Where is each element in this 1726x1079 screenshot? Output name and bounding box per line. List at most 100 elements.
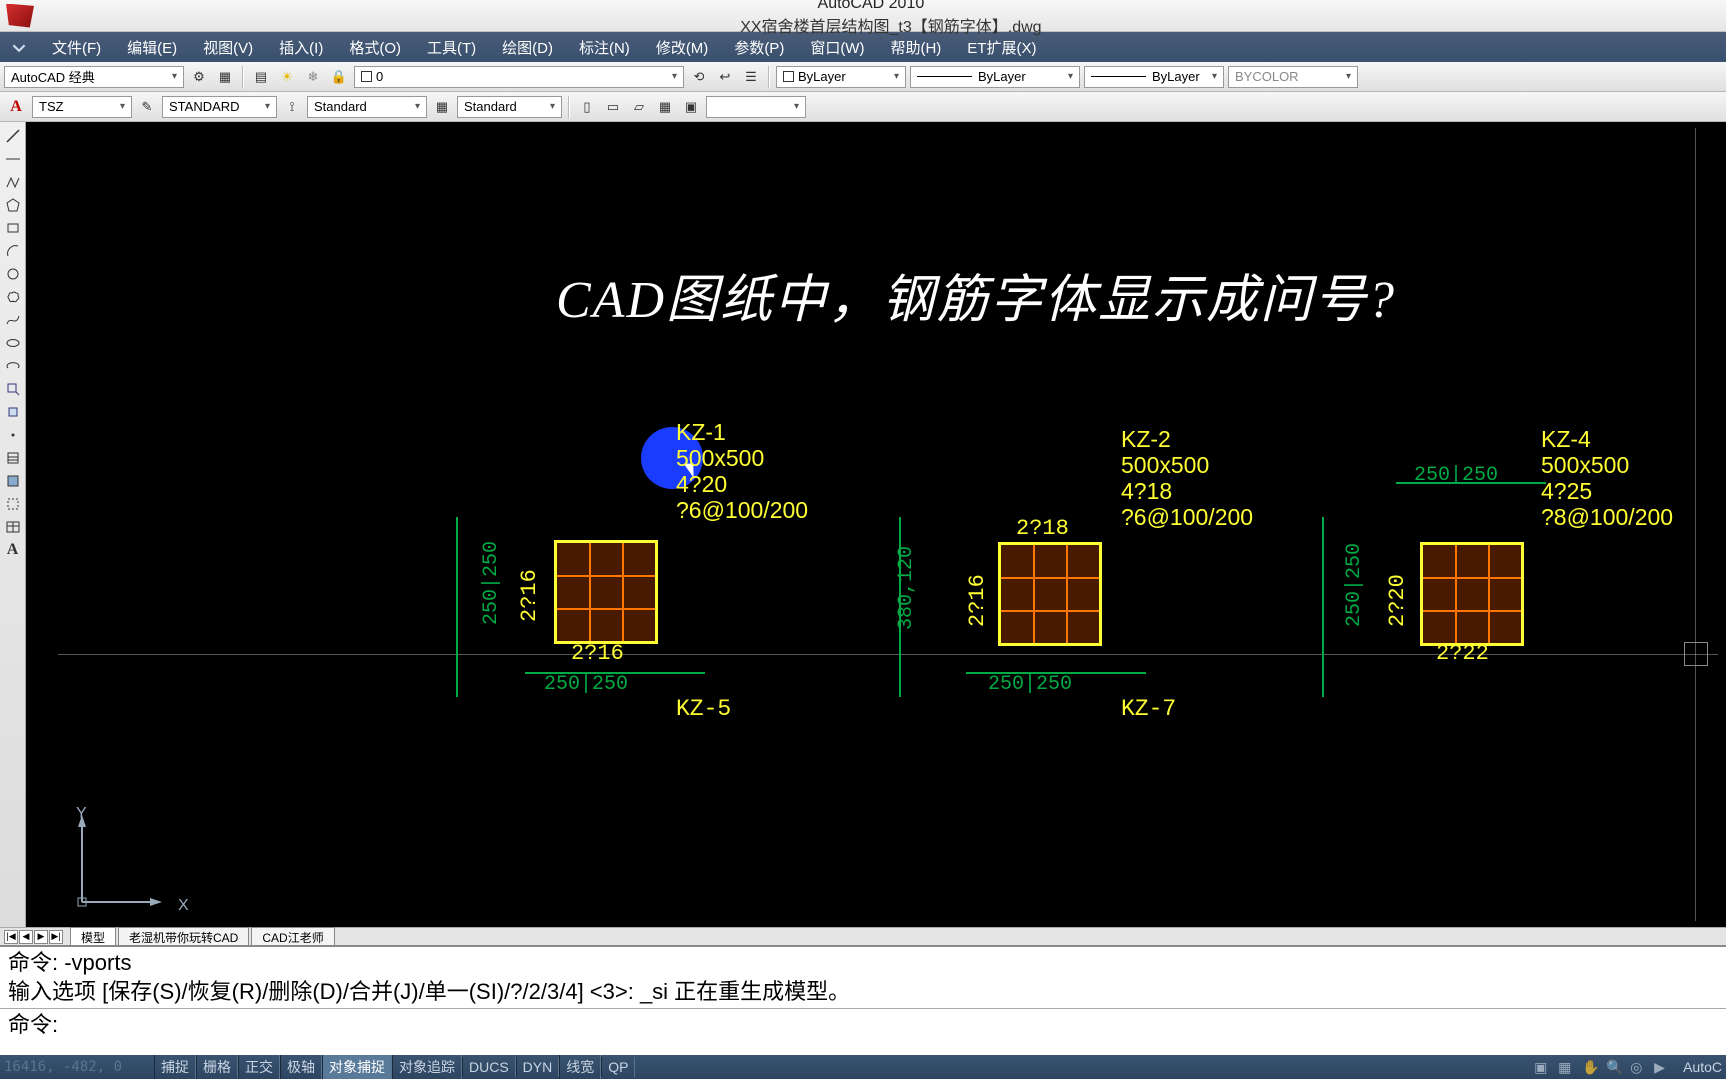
tab-first-icon[interactable]: |◀ xyxy=(4,930,18,944)
viewport-4-icon[interactable]: ▦ xyxy=(654,96,676,118)
dimstyle-dropdown[interactable]: Standard xyxy=(307,96,427,118)
viewport-1-icon[interactable]: ▯ xyxy=(576,96,598,118)
crosshair-pickbox xyxy=(1684,642,1708,666)
layer-lock-icon[interactable]: 🔒 xyxy=(328,66,350,88)
drawing-canvas[interactable]: CAD图纸中，钢筋字体显示成问号? KZ-1 500x500 4?20 ?6@1… xyxy=(26,122,1726,927)
spline-icon[interactable] xyxy=(3,310,23,330)
text-style-icon[interactable]: A xyxy=(4,96,28,118)
ortho-toggle[interactable]: 正交 xyxy=(238,1055,280,1079)
plotstyle-dropdown[interactable]: BYCOLOR xyxy=(1228,66,1358,88)
construction-line-icon[interactable] xyxy=(3,149,23,169)
zoom-icon[interactable]: 🔍 xyxy=(1606,1059,1624,1075)
menu-file[interactable]: 文件(F) xyxy=(40,33,113,62)
quick-view-icon[interactable]: ▦ xyxy=(1558,1059,1576,1075)
lineweight-dropdown[interactable]: ByLayer xyxy=(1084,66,1224,88)
otrack-toggle[interactable]: 对象追踪 xyxy=(392,1055,462,1079)
tab-nav: |◀ ◀ ▶ ▶| xyxy=(0,930,68,944)
dim-line xyxy=(525,672,705,674)
grid-toggle[interactable]: 栅格 xyxy=(196,1055,238,1079)
pan-icon[interactable]: ✋ xyxy=(1582,1059,1600,1075)
kz7-label: KZ-7 xyxy=(1121,697,1176,721)
vp-scale-dropdown[interactable] xyxy=(706,96,806,118)
font-dropdown[interactable]: TSZ xyxy=(32,96,132,118)
tab-prev-icon[interactable]: ◀ xyxy=(19,930,33,944)
steering-wheel-icon[interactable]: ◎ xyxy=(1630,1059,1648,1075)
menu-dimension[interactable]: 标注(N) xyxy=(567,33,642,62)
workspace-dropdown[interactable]: AutoCAD 经典 xyxy=(4,66,184,88)
cmd-history-2: 输入选项 [保存(S)/恢复(R)/删除(D)/合并(J)/单一(SI)/?/2… xyxy=(8,978,1718,1007)
dim-line xyxy=(966,672,1146,674)
layer-on-icon[interactable]: ☀ xyxy=(276,66,298,88)
separator xyxy=(242,66,244,88)
dimstyle-icon[interactable]: ⟟ xyxy=(281,96,303,118)
text-edit-icon[interactable]: ✎ xyxy=(136,96,158,118)
linetype-dropdown[interactable]: ByLayer xyxy=(910,66,1080,88)
dim-line xyxy=(1322,517,1324,697)
layer-freeze-icon[interactable]: ❄ xyxy=(302,66,324,88)
color-dropdown[interactable]: ByLayer xyxy=(776,66,906,88)
menu-parametric[interactable]: 参数(P) xyxy=(722,33,796,62)
hatch-icon[interactable] xyxy=(3,448,23,468)
dyn-toggle[interactable]: DYN xyxy=(516,1057,560,1077)
snap-toggle[interactable]: 捕捉 xyxy=(154,1055,196,1079)
polar-toggle[interactable]: 极轴 xyxy=(280,1055,322,1079)
tab-model[interactable]: 模型 xyxy=(70,927,116,947)
viewport-2-icon[interactable]: ▭ xyxy=(602,96,624,118)
menu-edit[interactable]: 编辑(E) xyxy=(115,33,189,62)
layer-previous-icon[interactable]: ↩ xyxy=(714,66,736,88)
menu-window[interactable]: 窗口(W) xyxy=(798,33,876,62)
menu-tools[interactable]: 工具(T) xyxy=(415,33,488,62)
cmd-separator xyxy=(0,1008,1726,1009)
arc-icon[interactable] xyxy=(3,241,23,261)
command-window[interactable]: 命令: -vports 输入选项 [保存(S)/恢复(R)/删除(D)/合并(J… xyxy=(0,945,1726,1055)
ducs-toggle[interactable]: DUCS xyxy=(462,1057,516,1077)
ellipse-icon[interactable] xyxy=(3,333,23,353)
ellipse-arc-icon[interactable] xyxy=(3,356,23,376)
line-icon[interactable] xyxy=(3,126,23,146)
menu-format[interactable]: 格式(O) xyxy=(337,33,413,62)
separator xyxy=(568,96,570,118)
textstyle-dropdown[interactable]: STANDARD xyxy=(162,96,277,118)
menu-insert[interactable]: 插入(I) xyxy=(267,33,335,62)
qp-toggle[interactable]: QP xyxy=(601,1057,635,1077)
color-value: ByLayer xyxy=(798,69,846,84)
layer-match-icon[interactable]: ⟲ xyxy=(688,66,710,88)
menu-help[interactable]: 帮助(H) xyxy=(878,33,953,62)
mtext-icon[interactable]: A xyxy=(3,540,23,560)
revision-cloud-icon[interactable] xyxy=(3,287,23,307)
layer-states-icon[interactable]: ☰ xyxy=(740,66,762,88)
layer-dropdown[interactable]: 0 xyxy=(354,66,684,88)
tab-last-icon[interactable]: ▶| xyxy=(49,930,63,944)
point-icon[interactable] xyxy=(3,425,23,445)
tab-layout-2[interactable]: CAD江老师 xyxy=(251,927,334,947)
coordinates-readout[interactable]: 16416, -482, 0 xyxy=(4,1059,154,1075)
menu-view[interactable]: 视图(V) xyxy=(191,33,265,62)
menu-draw[interactable]: 绘图(D) xyxy=(490,33,565,62)
workspace-settings-icon[interactable]: ⚙ xyxy=(188,66,210,88)
model-space-icon[interactable]: ▣ xyxy=(1534,1059,1552,1075)
tab-next-icon[interactable]: ▶ xyxy=(34,930,48,944)
polygon-icon[interactable] xyxy=(3,195,23,215)
make-block-icon[interactable] xyxy=(3,402,23,422)
circle-icon[interactable] xyxy=(3,264,23,284)
region-icon[interactable] xyxy=(3,494,23,514)
viewport-join-icon[interactable]: ▣ xyxy=(680,96,702,118)
osnap-toggle[interactable]: 对象捕捉 xyxy=(322,1055,392,1079)
layer-manager-icon[interactable]: ▤ xyxy=(250,66,272,88)
insert-block-icon[interactable] xyxy=(3,379,23,399)
workspace-save-icon[interactable]: ▦ xyxy=(214,66,236,88)
polyline-icon[interactable] xyxy=(3,172,23,192)
viewport-3-icon[interactable]: ▱ xyxy=(628,96,650,118)
cmd-prompt[interactable]: 命令: xyxy=(8,1011,1718,1040)
rectangle-icon[interactable] xyxy=(3,218,23,238)
app-menu-dropdown-icon[interactable] xyxy=(6,38,32,58)
tablestyle-dropdown[interactable]: Standard xyxy=(457,96,562,118)
menu-modify[interactable]: 修改(M) xyxy=(644,33,721,62)
table-icon[interactable] xyxy=(3,517,23,537)
lwt-toggle[interactable]: 线宽 xyxy=(559,1055,601,1079)
gradient-icon[interactable] xyxy=(3,471,23,491)
tablestyle-icon[interactable]: ▦ xyxy=(431,96,453,118)
menu-et[interactable]: ET扩展(X) xyxy=(955,33,1048,62)
showmotion-icon[interactable]: ▶ xyxy=(1654,1059,1672,1075)
tab-layout-1[interactable]: 老湿机带你玩转CAD xyxy=(118,927,249,947)
